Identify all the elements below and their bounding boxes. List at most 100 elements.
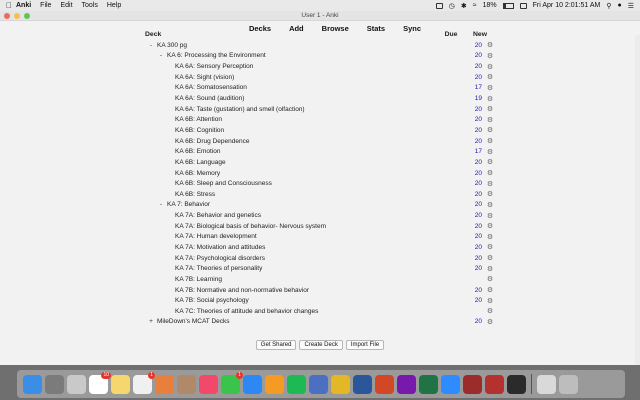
menu-app-name[interactable]: Anki <box>16 2 31 9</box>
deck-name-link[interactable]: KA 6A: Sensory Perception <box>175 63 253 70</box>
deck-options-gear-icon[interactable]: ⚙ <box>485 307 495 315</box>
notification-center-icon[interactable]: ☰ <box>628 2 634 10</box>
deck-name-link[interactable]: KA 7: Behavior <box>167 201 210 208</box>
deck-options-gear-icon[interactable]: ⚙ <box>485 212 495 220</box>
menu-help[interactable]: Help <box>107 2 121 9</box>
apple-menu-icon[interactable]:  <box>6 1 16 10</box>
deck-options-gear-icon[interactable]: ⚙ <box>485 148 495 156</box>
user-icon[interactable]: ● <box>617 2 621 9</box>
zoom-icon[interactable] <box>441 374 460 394</box>
deck-name-link[interactable]: KA 6B: Cognition <box>175 127 224 134</box>
deck-name-link[interactable]: KA 7C: Theories of attitude and behavior… <box>175 308 318 315</box>
deck-options-gear-icon[interactable]: ⚙ <box>485 169 495 177</box>
word-icon[interactable] <box>353 374 372 394</box>
deck-options-gear-icon[interactable]: ⚙ <box>485 286 495 294</box>
deck-name-link[interactable]: KA 6A: Sound (audition) <box>175 95 244 102</box>
bluetooth-icon[interactable]: ✱ <box>461 2 467 10</box>
system-preferences-icon[interactable] <box>45 374 64 394</box>
import-file-button[interactable]: Import File <box>345 340 385 350</box>
deck-name-link[interactable]: KA 6B: Emotion <box>175 148 221 155</box>
deck-options-gear-icon[interactable]: ⚙ <box>485 158 495 166</box>
deck-options-gear-icon[interactable]: ⚙ <box>485 254 495 262</box>
reminders-icon[interactable]: 1 <box>133 371 155 394</box>
deck-options-gear-icon[interactable]: ⚙ <box>485 126 495 134</box>
deck-options-gear-icon[interactable]: ⚙ <box>485 63 495 71</box>
deck-name-link[interactable]: KA 7A: Behavior and genetics <box>175 212 261 219</box>
trash-icon[interactable] <box>559 374 578 394</box>
books-icon[interactable] <box>265 374 284 394</box>
deck-name-link[interactable]: KA 7A: Theories of personality <box>175 265 262 272</box>
dictionary-icon[interactable] <box>463 374 482 394</box>
deck-name-link[interactable]: KA 6A: Somatosensation <box>175 84 247 91</box>
music-icon[interactable] <box>199 374 218 394</box>
menu-clock[interactable]: Fri Apr 10 2:01:51 AM <box>533 2 601 9</box>
launchpad-icon[interactable] <box>67 374 86 394</box>
messages-icon[interactable]: 1 <box>221 371 243 394</box>
deck-options-gear-icon[interactable]: ⚙ <box>485 73 495 81</box>
contacts-icon[interactable] <box>177 374 196 394</box>
downloads-icon[interactable] <box>537 374 556 394</box>
deck-name-link[interactable]: KA 6B: Attention <box>175 116 222 123</box>
deck-options-gear-icon[interactable]: ⚙ <box>485 95 495 103</box>
deck-name-link[interactable]: KA 6A: Sight (vision) <box>175 74 234 81</box>
deck-name-link[interactable]: KA 7A: Human development <box>175 233 257 240</box>
deck-name-link[interactable]: KA 7B: Learning <box>175 276 222 283</box>
collapse-icon[interactable]: - <box>157 201 165 208</box>
notes-icon[interactable] <box>111 374 130 394</box>
wifi-icon[interactable]: ≈ <box>473 2 477 9</box>
close-window-button[interactable] <box>4 13 10 19</box>
deck-options-gear-icon[interactable]: ⚙ <box>485 275 495 283</box>
excel-icon[interactable] <box>419 374 438 394</box>
deck-name-link[interactable]: KA 6: Processing the Environment <box>167 52 266 59</box>
powerpoint-icon[interactable] <box>375 374 394 394</box>
battery-percent[interactable]: 18% <box>483 2 497 9</box>
deck-name-link[interactable]: KA 7A: Psychological disorders <box>175 255 265 262</box>
deck-options-gear-icon[interactable]: ⚙ <box>485 84 495 92</box>
scrollbar-track[interactable] <box>635 35 640 365</box>
deck-name-link[interactable]: KA 6B: Drug Dependence <box>175 138 249 145</box>
menu-edit[interactable]: Edit <box>60 2 72 9</box>
deck-options-gear-icon[interactable]: ⚙ <box>485 41 495 49</box>
deck-name-link[interactable]: KA 7B: Social psychology <box>175 297 249 304</box>
deck-options-gear-icon[interactable]: ⚙ <box>485 190 495 198</box>
minimize-window-button[interactable] <box>14 13 20 19</box>
create-deck-button[interactable]: Create Deck <box>299 340 343 350</box>
collapse-icon[interactable]: - <box>147 42 155 49</box>
deck-options-gear-icon[interactable]: ⚙ <box>485 318 495 326</box>
spotify-icon[interactable] <box>287 374 306 394</box>
battery-icon[interactable] <box>502 2 514 9</box>
menu-file[interactable]: File <box>40 2 51 9</box>
clock-icon[interactable]: ◷ <box>449 2 455 10</box>
deck-options-gear-icon[interactable]: ⚙ <box>485 116 495 124</box>
deck-options-gear-icon[interactable]: ⚙ <box>485 233 495 241</box>
deck-name-link[interactable]: KA 6B: Memory <box>175 170 220 177</box>
calendar-icon[interactable]: 10 <box>89 371 111 394</box>
deck-options-gear-icon[interactable]: ⚙ <box>485 222 495 230</box>
menu-tools[interactable]: Tools <box>82 2 98 9</box>
deck-name-link[interactable]: KA 6B: Sleep and Consciousness <box>175 180 272 187</box>
onenote-icon[interactable] <box>397 374 416 394</box>
deck-name-link[interactable]: KA 7A: Biological basis of behavior- Ner… <box>175 223 326 230</box>
deck-options-gear-icon[interactable]: ⚙ <box>485 180 495 188</box>
deck-options-gear-icon[interactable]: ⚙ <box>485 243 495 251</box>
deck-options-gear-icon[interactable]: ⚙ <box>485 265 495 273</box>
deck-name-link[interactable]: KA 300 pg <box>157 42 187 49</box>
photos-icon[interactable] <box>155 374 174 394</box>
deck-options-gear-icon[interactable]: ⚙ <box>485 105 495 113</box>
finder-icon[interactable] <box>23 374 42 394</box>
deck-name-link[interactable]: KA 6B: Language <box>175 159 226 166</box>
anki-icon[interactable] <box>309 374 328 394</box>
deck-name-link[interactable]: KA 6A: Taste (gustation) and smell (olfa… <box>175 106 305 113</box>
deck-name-link[interactable]: MileDown's MCAT Decks <box>157 318 230 325</box>
photo-booth-icon[interactable] <box>485 374 504 394</box>
spotlight-icon[interactable]: ⚲ <box>606 2 611 10</box>
deck-options-gear-icon[interactable]: ⚙ <box>485 52 495 60</box>
deck-options-gear-icon[interactable]: ⚙ <box>485 137 495 145</box>
expand-icon[interactable]: + <box>147 318 155 325</box>
app-store-icon[interactable] <box>243 374 262 394</box>
get-shared-button[interactable]: Get Shared <box>255 340 297 350</box>
collapse-icon[interactable]: - <box>157 52 165 59</box>
chrome-icon[interactable] <box>331 374 350 394</box>
input-source-icon[interactable] <box>519 2 527 9</box>
deck-name-link[interactable]: KA 7B: Normative and non-normative behav… <box>175 287 309 294</box>
